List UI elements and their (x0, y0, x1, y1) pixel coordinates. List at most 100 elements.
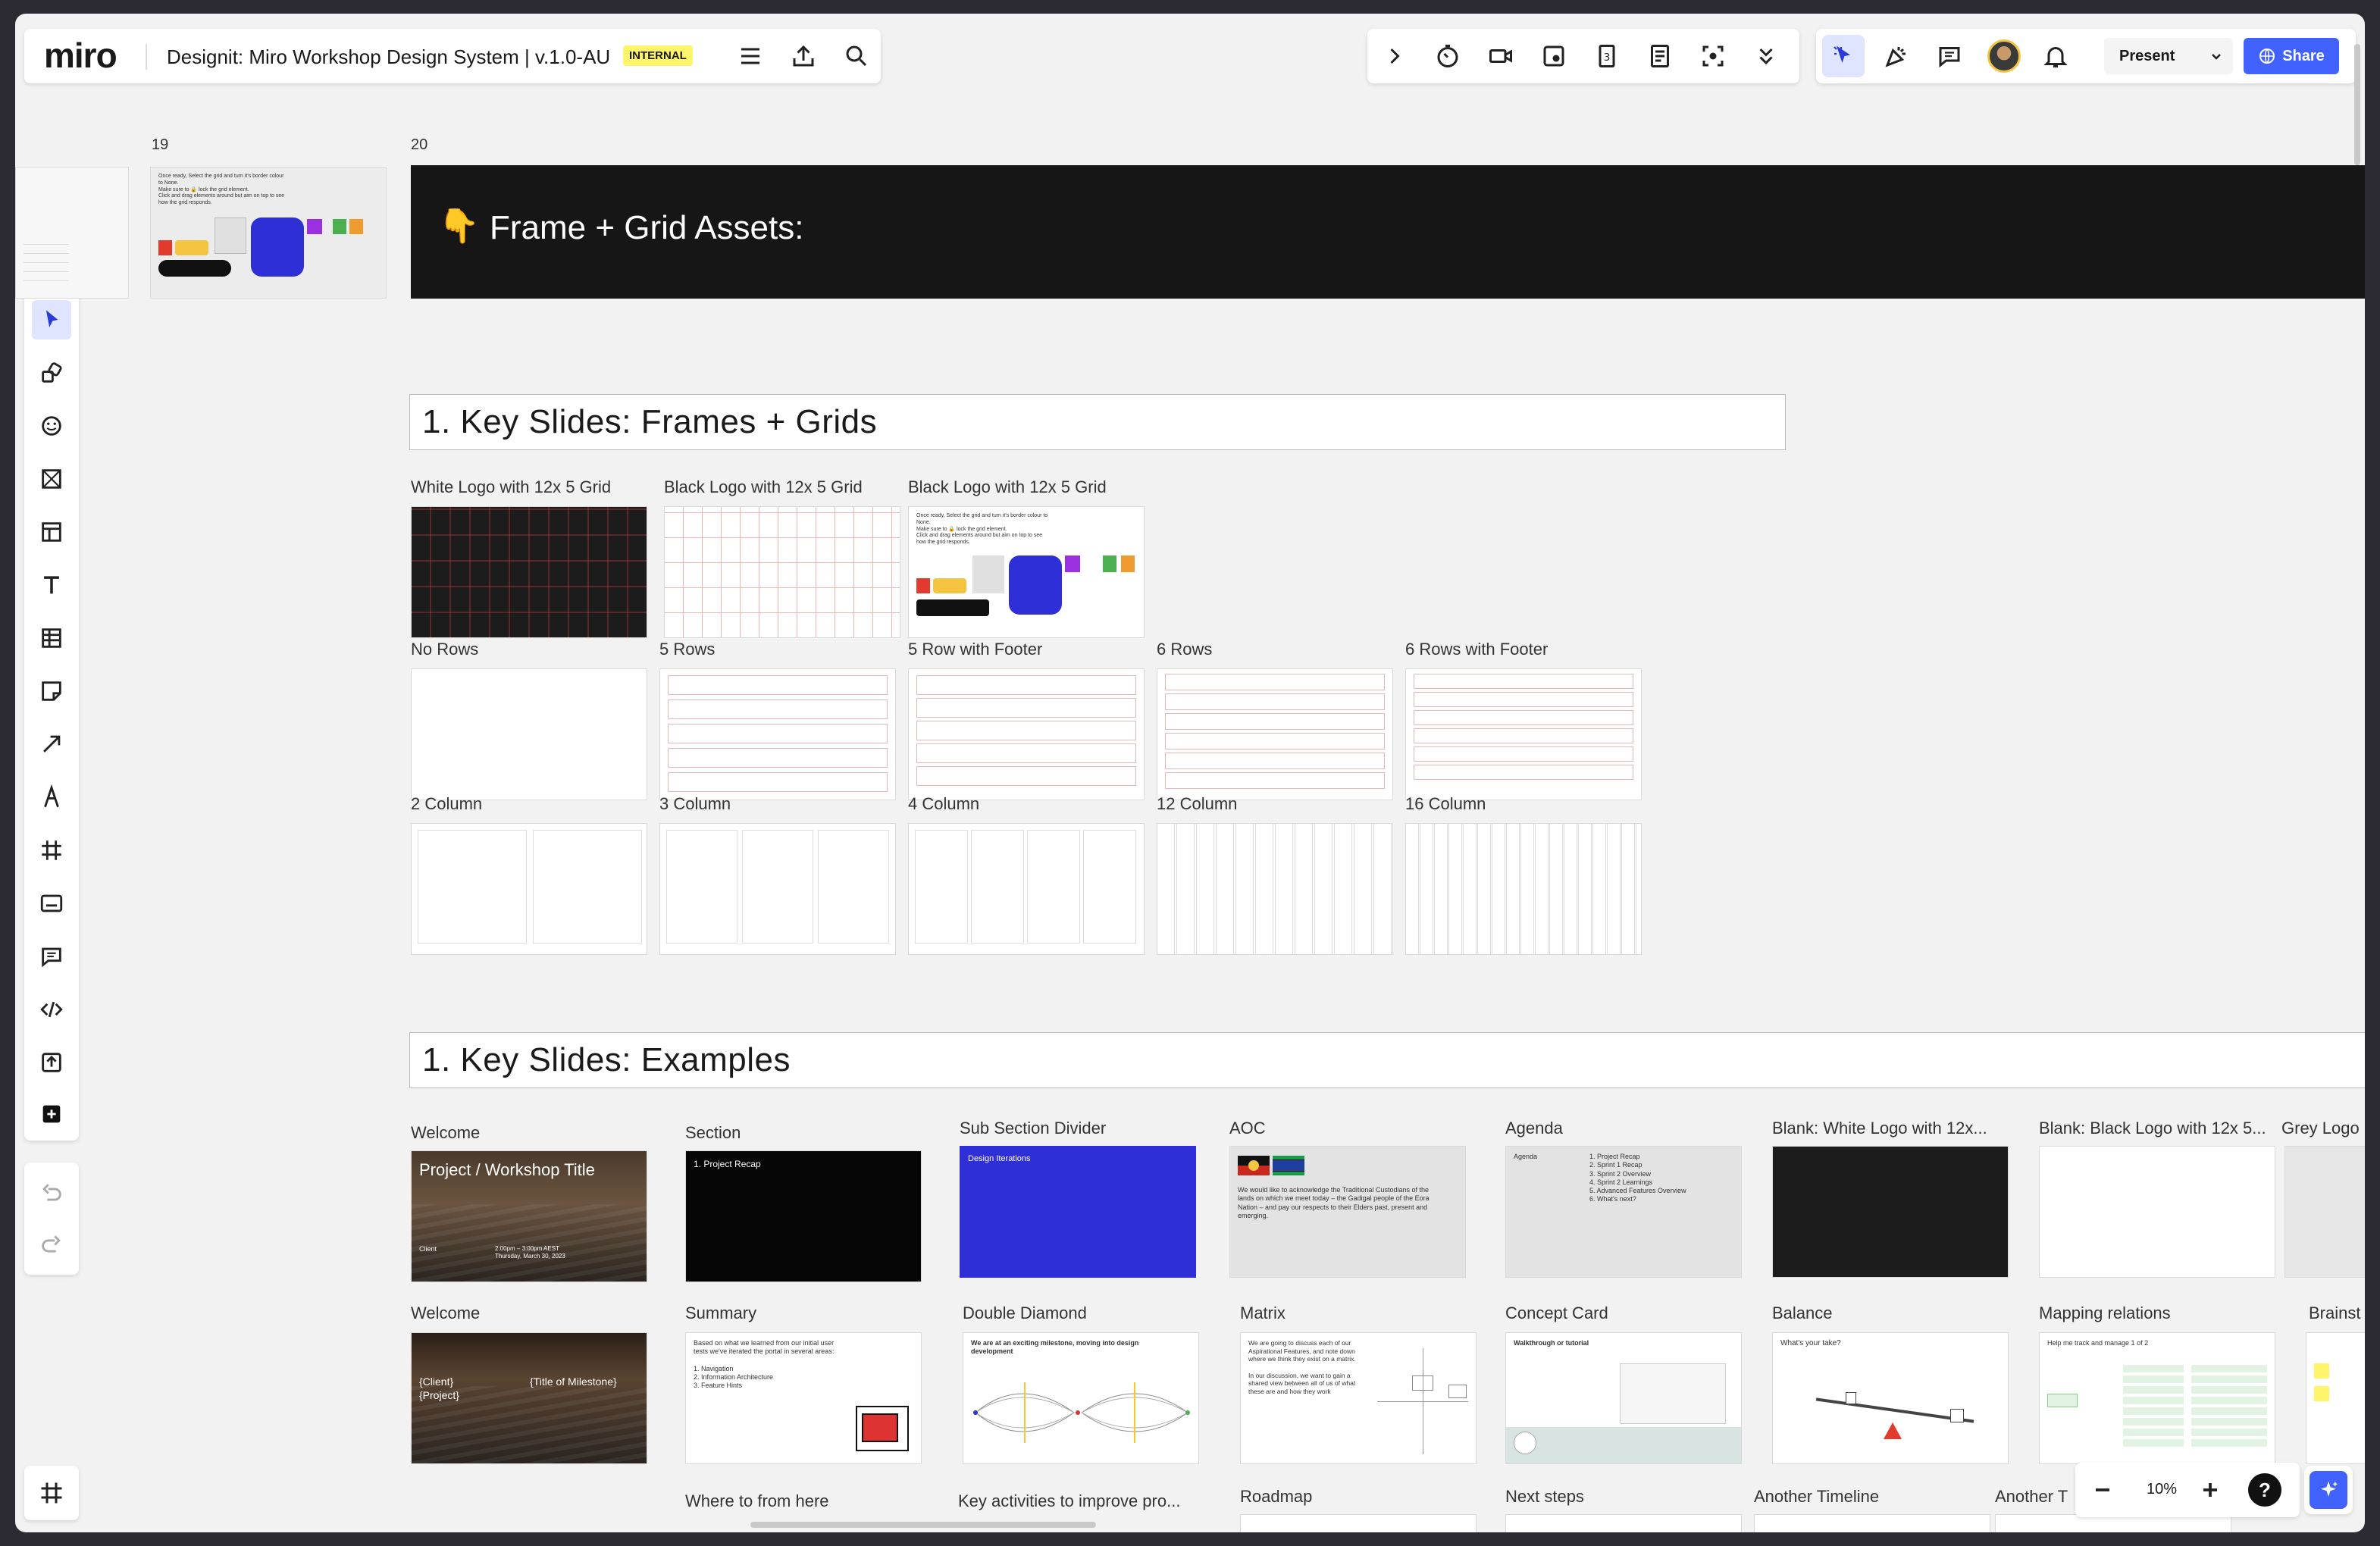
search-button[interactable] (835, 35, 878, 77)
thumb-6-rows-footer[interactable] (1405, 668, 1642, 800)
thumb-sub-section[interactable]: Design Iterations (960, 1146, 1196, 1278)
section-heading-frames-grids[interactable]: 1. Key Slides: Frames + Grids (409, 394, 1786, 450)
chevron-down-icon[interactable] (2207, 47, 2225, 65)
upload-tool[interactable] (32, 1043, 71, 1082)
label-brainstorm: Brainst (2309, 1303, 2361, 1322)
expand-toolbar-button[interactable] (1373, 35, 1416, 77)
redo-button[interactable] (32, 1226, 71, 1266)
comments-button[interactable] (1928, 35, 1971, 77)
more-apps-tool[interactable] (32, 1094, 71, 1134)
label-roadmap: Roadmap (1240, 1487, 1313, 1506)
frame-tool[interactable] (32, 831, 71, 870)
text-tool[interactable] (32, 565, 71, 605)
frame-icon (42, 840, 61, 860)
thumb-2-column[interactable] (411, 823, 647, 955)
table-tool[interactable] (32, 618, 71, 658)
talktrack-button[interactable] (1533, 35, 1575, 77)
image-placeholder-icon (42, 469, 61, 489)
timer-button[interactable] (1426, 35, 1469, 77)
board-title[interactable]: Designit: Miro Workshop Design System | … (167, 45, 610, 69)
frame-20-banner[interactable]: 👇 Frame + Grid Assets: (411, 165, 2365, 299)
thumb-black-logo-grid[interactable] (664, 506, 900, 638)
label-welcome: Welcome (411, 1123, 481, 1142)
notifications-button[interactable] (2034, 35, 2077, 77)
vertical-scrollbar[interactable] (2354, 44, 2360, 165)
embed-code-tool[interactable] (32, 990, 71, 1029)
label-12-column: 12 Column (1157, 794, 1238, 813)
thumb-concept-card[interactable]: Walkthrough or tutorial (1505, 1332, 1742, 1464)
card-tool[interactable] (32, 884, 71, 923)
thumb-aoc[interactable]: We would like to acknowledge the Traditi… (1229, 1146, 1466, 1278)
thumb-black-logo-grid-2[interactable]: Once ready, Select the grid and turn it'… (908, 506, 1145, 638)
main-menu-button[interactable] (729, 35, 772, 77)
thumb-3-column[interactable] (659, 823, 896, 955)
thumb-section[interactable]: 1. Project Recap (685, 1150, 922, 1282)
welcome-title-text: Project / Workshop Title (419, 1160, 595, 1179)
label-no-rows: No Rows (411, 640, 479, 659)
pen-tool[interactable] (32, 778, 71, 817)
thumb-another-timeline[interactable] (1754, 1514, 1990, 1532)
thumb-agenda[interactable]: Agenda 1. Project Recap 2. Sprint 1 Reca… (1505, 1146, 1742, 1278)
thumb-no-rows[interactable] (411, 668, 647, 800)
templates-tool[interactable] (32, 353, 71, 393)
card-icon (40, 894, 63, 912)
thumb-welcome[interactable]: Project / Workshop Title Client 2:00pm –… (411, 1150, 647, 1282)
sticky-note-tool[interactable] (32, 671, 71, 711)
present-button[interactable]: Present (2104, 38, 2233, 74)
zoom-in-button[interactable] (2189, 1469, 2231, 1511)
frame-18-partial[interactable] (15, 167, 129, 299)
layout-tool[interactable] (32, 512, 71, 552)
zoom-level[interactable]: 10% (2139, 1481, 2184, 1498)
comment-tool[interactable] (32, 937, 71, 976)
thumb-next-steps[interactable] (1505, 1514, 1742, 1532)
thumb-balance[interactable]: What's your take? (1772, 1332, 2009, 1464)
question-mark-icon: ? (2259, 1478, 2271, 1501)
more-tools-button[interactable] (1745, 35, 1787, 77)
video-call-button[interactable] (1480, 35, 1522, 77)
notes-button[interactable] (1639, 35, 1681, 77)
zoom-out-button[interactable] (2081, 1469, 2124, 1511)
thumb-blank-black[interactable] (2039, 1146, 2275, 1278)
miro-logo[interactable]: miro (44, 35, 117, 76)
thumb-welcome-2[interactable]: {Client} {Project} {Title of Milestone} (411, 1332, 647, 1464)
user-avatar[interactable] (1987, 39, 2021, 73)
frame-icon (41, 1482, 62, 1504)
frame-placeholder-tool[interactable] (32, 459, 71, 499)
thumb-blank-white[interactable] (1772, 1146, 2009, 1278)
thumb-12-column[interactable] (1157, 823, 1393, 955)
voting-button[interactable]: 3 (1586, 35, 1628, 77)
thumb-grey-logo[interactable] (2284, 1146, 2365, 1278)
thumb-matrix[interactable]: We are going to discuss each of our Aspi… (1240, 1332, 1477, 1464)
thumb-4-column[interactable] (908, 823, 1145, 955)
layout-icon (42, 522, 61, 542)
undo-button[interactable] (32, 1175, 71, 1214)
thumb-6-rows[interactable] (1157, 668, 1393, 800)
help-button[interactable]: ? (2248, 1473, 2281, 1507)
stickers-tool[interactable] (32, 406, 71, 446)
horizontal-scrollbar[interactable] (750, 1522, 1096, 1528)
cursor-mode-button[interactable] (1822, 35, 1865, 77)
thumb-5-row-footer[interactable] (908, 668, 1145, 800)
focus-button[interactable] (1692, 35, 1734, 77)
label-double-diamond: Double Diamond (963, 1303, 1087, 1322)
ai-assistant-button[interactable] (2304, 1466, 2353, 1514)
thumb-white-logo-grid[interactable] (411, 506, 647, 638)
thumb-roadmap[interactable] (1240, 1514, 1477, 1532)
thumb-mapping-relations[interactable]: Help me track and manage 1 of 2 (2039, 1332, 2275, 1464)
thumb-5-rows[interactable] (659, 668, 896, 800)
select-tool[interactable] (32, 300, 71, 340)
reactions-button[interactable] (1875, 35, 1918, 77)
thumb-16-column[interactable] (1405, 823, 1642, 955)
export-button[interactable] (782, 35, 825, 77)
title-divider (146, 44, 147, 70)
connection-line-tool[interactable] (32, 724, 71, 764)
label-where-to: Where to from here (685, 1491, 829, 1510)
frame-19[interactable]: Once ready, Select the grid and turn it'… (150, 167, 387, 299)
label-6-rows: 6 Rows (1157, 640, 1213, 659)
share-button[interactable]: Share (2244, 38, 2339, 74)
frames-panel-button[interactable] (24, 1466, 79, 1520)
thumb-double-diamond[interactable]: We are at an exciting milestone, moving … (963, 1332, 1199, 1464)
section-heading-examples[interactable]: 1. Key Slides: Examples (409, 1032, 2365, 1088)
thumb-summary[interactable]: Based on what we learned from our initia… (685, 1332, 922, 1464)
thumb-brainstorm[interactable] (2306, 1332, 2365, 1464)
